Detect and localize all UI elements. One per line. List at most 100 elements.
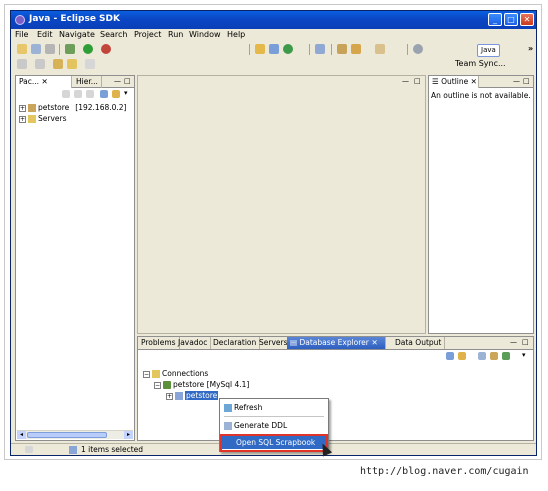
tree-item-label: petstore [MySql 4.1] — [173, 380, 250, 389]
minimize-view-icon[interactable]: — — [513, 77, 520, 86]
tab-javadoc[interactable]: Javadoc — [175, 337, 212, 349]
collapse-all-icon[interactable] — [446, 352, 454, 360]
context-item-label: Refresh — [234, 403, 263, 412]
new-connection-icon[interactable] — [478, 352, 486, 360]
new-class-icon[interactable] — [283, 44, 293, 54]
folder-icon — [28, 115, 36, 123]
view-menu-icon[interactable]: ▾ — [522, 351, 526, 360]
next-annotation-icon[interactable] — [17, 59, 27, 69]
tree-item-database[interactable]: + petstore — [166, 391, 219, 400]
tab-database-explorer[interactable]: ▤ Database Explorer ✕ — [287, 337, 386, 349]
menu-window[interactable]: Window — [189, 30, 221, 39]
forward-icon[interactable] — [85, 59, 95, 69]
scroll-thumb[interactable] — [27, 432, 107, 438]
toolbar-separator — [309, 44, 310, 55]
tree-item-connection[interactable]: − petstore [MySql 4.1] — [154, 380, 249, 389]
up-icon[interactable] — [86, 90, 94, 98]
collapse-icon[interactable]: − — [143, 370, 150, 378]
menu-search[interactable]: Search — [100, 30, 127, 39]
search-icon[interactable] — [337, 44, 347, 54]
print-icon[interactable] — [45, 44, 55, 54]
minimize-view-icon[interactable]: — — [114, 77, 121, 86]
bottom-tabbar: Problems Javadoc Declaration Servers ▤ D… — [138, 337, 533, 350]
annotation-icon[interactable] — [375, 44, 385, 54]
package-explorer-toolbar: ▾ — [16, 89, 134, 101]
maximize-view-icon[interactable]: □ — [124, 77, 131, 86]
new-icon[interactable] — [17, 44, 27, 54]
minimize-editor-icon[interactable]: — — [402, 77, 409, 86]
close-icon[interactable]: ✕ — [369, 338, 378, 347]
maximize-button[interactable]: □ — [504, 13, 518, 26]
fast-view-icon[interactable] — [25, 446, 33, 453]
tab-database-explorer-label: Database Explorer — [299, 338, 369, 347]
tree-item-suffix: [192.168.0.2] — [75, 103, 127, 112]
scroll-left-icon[interactable]: ◂ — [17, 431, 26, 439]
menu-help[interactable]: Help — [227, 30, 245, 39]
tree-item-label: petstore — [38, 103, 70, 112]
expand-icon[interactable]: + — [19, 104, 26, 112]
expand-icon[interactable]: + — [19, 115, 26, 123]
maximize-view-icon[interactable]: □ — [522, 338, 529, 347]
minimize-button[interactable]: _ — [488, 13, 502, 26]
context-item-generate-ddl[interactable]: Generate DDL — [224, 421, 287, 430]
close-icon[interactable]: ✕ — [468, 77, 477, 86]
perspective-more-icon[interactable]: » — [528, 44, 533, 53]
forward-icon[interactable] — [74, 90, 82, 98]
open-task-icon[interactable] — [351, 44, 361, 54]
maximize-view-icon[interactable]: □ — [523, 77, 530, 86]
tab-package-explorer[interactable]: Pac... ✕ — [16, 76, 72, 88]
link-editor-icon[interactable] — [112, 90, 120, 98]
expand-icon[interactable]: + — [166, 392, 173, 400]
filter-icon[interactable] — [490, 352, 498, 360]
save-icon[interactable] — [31, 44, 41, 54]
perspective-team-sync[interactable]: Team Sync... — [455, 59, 506, 68]
connect-icon[interactable] — [502, 352, 510, 360]
eclipse-window: Java - Eclipse SDK _ □ ✕ File Edit Navig… — [10, 10, 537, 456]
menu-project[interactable]: Project — [134, 30, 161, 39]
collapse-icon[interactable]: − — [154, 381, 161, 389]
outline-icon: ☰ — [432, 77, 442, 86]
tree-item-petstore[interactable]: + petstore [192.168.0.2] — [19, 103, 126, 112]
title-bar[interactable]: Java - Eclipse SDK _ □ ✕ — [11, 11, 536, 29]
menu-run[interactable]: Run — [168, 30, 183, 39]
run-icon[interactable] — [83, 44, 93, 54]
new-java-project-icon[interactable] — [255, 44, 265, 54]
tree-item-servers[interactable]: + Servers — [19, 114, 67, 123]
menu-edit[interactable]: Edit — [37, 30, 53, 39]
tab-problems[interactable]: Problems — [138, 337, 180, 349]
perspective-java[interactable]: Java — [477, 44, 500, 57]
tab-outline[interactable]: ☰ Outline ✕ — [429, 76, 479, 88]
close-icon[interactable]: ✕ — [41, 77, 47, 86]
context-item-label: Generate DDL — [234, 421, 288, 430]
tab-data-output[interactable]: Data Output — [392, 337, 446, 349]
view-menu-icon[interactable]: ▾ — [124, 89, 128, 98]
last-edit-icon[interactable] — [53, 59, 63, 69]
project-icon — [28, 104, 36, 112]
tab-declaration[interactable]: Declaration — [210, 337, 261, 349]
eclipse-icon — [15, 15, 25, 25]
new-package-icon[interactable] — [269, 44, 279, 54]
menu-file[interactable]: File — [15, 30, 28, 39]
collapse-all-icon[interactable] — [100, 90, 108, 98]
prev-annotation-icon[interactable] — [35, 59, 45, 69]
link-icon[interactable] — [458, 352, 466, 360]
minimize-view-icon[interactable]: — — [510, 338, 517, 347]
external-tools-icon[interactable] — [101, 44, 111, 54]
horizontal-scrollbar[interactable]: ◂ ▸ — [17, 430, 133, 439]
tree-item-connections[interactable]: − Connections — [143, 369, 208, 378]
globe-icon[interactable] — [413, 44, 423, 54]
editor-area: — □ — [137, 75, 426, 334]
scroll-right-icon[interactable]: ▸ — [124, 431, 133, 439]
database-icon — [175, 392, 183, 400]
tab-hierarchy[interactable]: Hier... — [73, 76, 102, 88]
back-icon[interactable] — [62, 90, 70, 98]
back-icon[interactable] — [67, 59, 77, 69]
debug-icon[interactable] — [65, 44, 75, 54]
bottom-panel: Problems Javadoc Declaration Servers ▤ D… — [137, 336, 534, 441]
close-button[interactable]: ✕ — [520, 13, 534, 26]
menu-navigate[interactable]: Navigate — [59, 30, 95, 39]
context-item-refresh[interactable]: Refresh — [224, 403, 262, 412]
maximize-editor-icon[interactable]: □ — [414, 77, 421, 86]
connection-icon — [163, 381, 171, 389]
open-type-icon[interactable] — [315, 44, 325, 54]
